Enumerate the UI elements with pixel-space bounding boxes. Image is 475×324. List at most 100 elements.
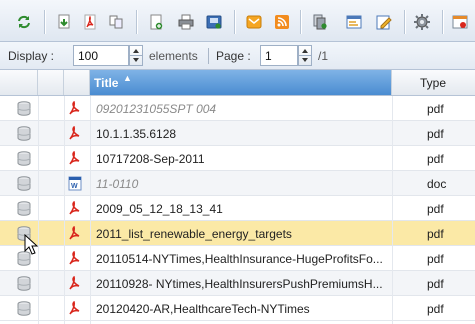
pdf-icon [68,250,82,266]
row-title[interactable]: 20110514-NYTimes,HealthInsurance-HugePro… [96,252,392,266]
database-icon[interactable] [17,126,31,141]
column-divider [90,96,91,324]
mouse-pointer-icon [24,234,38,255]
row-type: pdf [427,152,444,166]
settings-button[interactable] [412,12,432,32]
database-icon[interactable] [17,301,31,316]
toolbar-separator [404,10,406,34]
print-button[interactable] [176,12,196,32]
copy-button[interactable] [106,12,126,32]
row-type: pdf [427,227,444,241]
new-document-icon [150,14,163,30]
download-button[interactable] [54,12,74,32]
new-document-button[interactable] [146,12,166,32]
table-row[interactable]: 10717208-Sep-2011 pdf [0,146,475,171]
properties-button[interactable] [344,12,364,32]
pdf-icon [68,150,82,166]
total-pages-label: /1 [318,49,329,63]
print-icon [178,14,194,30]
page-number-input[interactable] [260,45,298,66]
table-row[interactable]: W 11-0110 doc [0,171,475,196]
svg-text:W: W [71,183,78,190]
copy-document-button[interactable] [310,12,330,32]
refresh-icon [18,15,30,29]
row-title[interactable]: 20110928- NYtimes,HealthInsurersPushPrem… [96,277,392,291]
database-icon[interactable] [17,151,31,166]
toolbar-separator [442,10,444,34]
word-doc-icon: W [68,176,82,191]
row-type: pdf [427,277,444,291]
row-title[interactable]: 20120420-AR,HealthcareTech-NYTimes [96,302,392,316]
grid-header: Title ▲ Type [0,70,475,96]
table-row[interactable]: 2009_05_12_18_13_41 pdf [0,196,475,221]
row-title[interactable]: 09201231055SPT 004 [96,102,392,116]
page-number-stepper[interactable] [298,45,312,66]
toolbar [0,0,475,42]
type-column-header[interactable]: Type [392,70,475,95]
refresh-button[interactable] [14,12,34,32]
pager-separator [208,48,209,64]
database-icon[interactable] [17,276,31,291]
row-type: pdf [427,127,444,141]
pdf-export-button[interactable] [80,12,100,32]
row-type: doc [427,177,447,191]
database-icon[interactable] [17,101,31,116]
email-icon [246,15,262,29]
rss-icon [275,15,289,29]
type-column-label: Type [420,76,447,90]
table-row[interactable]: 2011_list_renewable_energy_targets pdf [0,221,475,246]
database-icon[interactable] [17,176,31,191]
edit-icon [376,15,392,30]
toolbar-separator [300,10,302,34]
row-type: pdf [427,252,444,266]
table-row[interactable]: 20120420-AR,HealthcareTech-NYTimes pdf [0,296,475,321]
database-icon[interactable] [17,201,31,216]
display-count-input[interactable] [73,45,129,66]
pdf-icon [68,275,82,291]
row-title[interactable]: 2009_05_12_18_13_41 [96,202,392,216]
sort-ascending-icon: ▲ [123,73,132,83]
display-count-stepper[interactable] [129,45,143,66]
email-button[interactable] [244,12,264,32]
edit-button[interactable] [374,12,394,32]
toolbar-separator [44,10,46,34]
icon-column-header[interactable] [38,70,64,95]
pdf-export-icon [84,14,96,30]
copy-icon [109,15,123,29]
row-type: pdf [427,302,444,316]
title-column-label: Title [94,76,119,90]
chevron-up-icon [302,49,308,53]
properties-icon [346,15,362,29]
table-row[interactable]: 20110514-NYTimes,HealthInsurance-HugePro… [0,246,475,271]
row-title[interactable]: 2011_list_renewable_energy_targets [96,227,392,241]
row-title[interactable]: 10717208-Sep-2011 [96,152,392,166]
title-column-header[interactable]: Title ▲ [90,70,392,95]
row-type: pdf [427,102,444,116]
row-title[interactable]: 10.1.1.35.6128 [96,127,392,141]
pdf-icon [68,125,82,141]
toolbar-separator [136,10,138,34]
delete-button[interactable] [450,12,470,32]
row-type: pdf [427,202,444,216]
delete-icon [452,15,468,29]
table-row[interactable]: 10.1.1.35.6128 pdf [0,121,475,146]
toolbar-separator [234,10,236,34]
rss-button[interactable] [272,12,292,32]
column-divider [392,96,393,324]
settings-gear-icon [414,14,430,30]
save-button[interactable] [204,12,224,32]
copy-document-icon [313,14,327,30]
pdf-icon [68,300,82,316]
table-row[interactable]: 20110928- NYtimes,HealthInsurersPushPrem… [0,271,475,296]
pdf-icon [68,225,82,241]
elements-label: elements [149,49,198,63]
select-column-header[interactable] [0,70,38,95]
display-label: Display : [8,49,55,63]
type-icon-column-header[interactable] [64,70,90,95]
table-row[interactable]: 09201231055SPT 004 pdf [0,96,475,121]
column-divider [38,96,39,324]
column-divider [64,96,65,324]
row-title[interactable]: 11-0110 [96,177,392,191]
pdf-icon [68,100,82,116]
chevron-down-icon [302,58,308,62]
